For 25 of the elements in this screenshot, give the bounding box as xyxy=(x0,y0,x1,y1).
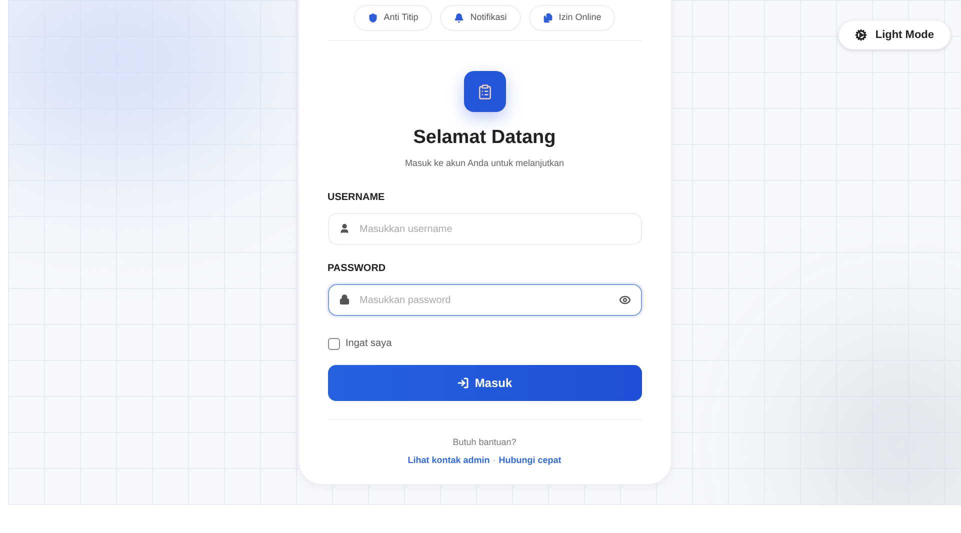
subtitle: Masuk ke akun Anda untuk melanjutkan xyxy=(404,156,564,170)
welcome-title: Selamat Datang xyxy=(413,126,556,150)
user-icon xyxy=(338,223,350,234)
feature-chip: Notifikasi xyxy=(440,5,521,31)
login-icon xyxy=(456,377,469,389)
gear-icon xyxy=(855,29,868,41)
help-link[interactable]: Lihat kontak admin xyxy=(408,454,490,467)
theme-toggle-button[interactable]: Light Mode xyxy=(838,20,951,50)
clipboard-icon xyxy=(476,84,492,100)
field-label: PASSWORD xyxy=(328,262,387,276)
shield-icon xyxy=(368,13,378,23)
feature-chip: Izin Online xyxy=(528,5,616,31)
field-label: USERNAME xyxy=(328,191,386,205)
login-button[interactable]: Masuk xyxy=(328,365,642,401)
remember-label: Ingat saya xyxy=(346,337,392,351)
bell-icon xyxy=(454,13,464,23)
feature-chip: Anti Titip xyxy=(354,5,432,31)
input-field[interactable]: Masukkan password xyxy=(328,284,642,316)
help-link[interactable]: Hubungi cepat xyxy=(498,454,562,467)
lock-icon xyxy=(338,294,350,305)
help-text: Butuh bantuan? xyxy=(452,436,516,449)
link-separator: · xyxy=(492,454,496,466)
files-icon xyxy=(542,13,553,23)
remember-checkbox[interactable] xyxy=(328,338,340,350)
eye-icon[interactable] xyxy=(618,294,630,306)
